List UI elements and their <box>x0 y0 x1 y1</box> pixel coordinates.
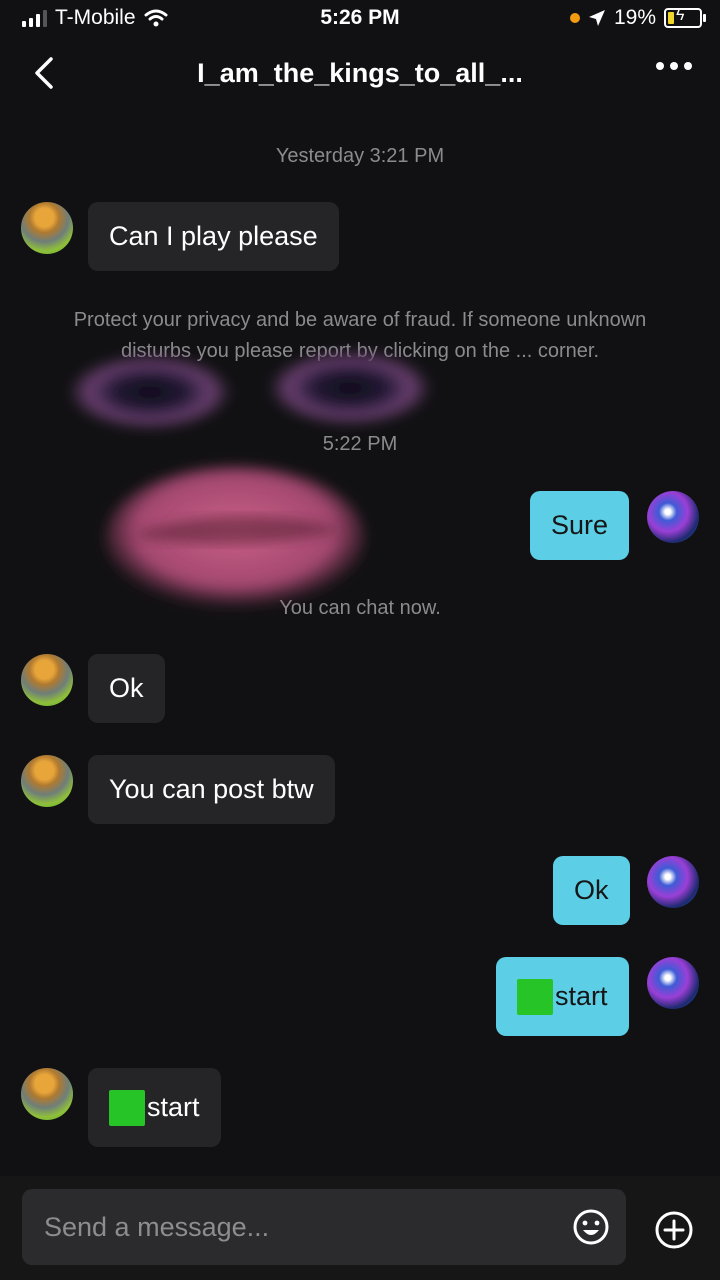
message-input[interactable]: Send a message... <box>22 1189 626 1265</box>
more-options-button[interactable] <box>656 62 692 70</box>
my-avatar[interactable] <box>647 856 699 908</box>
back-button[interactable] <box>24 50 64 96</box>
green-square-icon <box>517 978 553 1015</box>
green-square-icon <box>109 1089 145 1126</box>
timestamp: 5:22 PM <box>322 433 398 455</box>
composer-bar: Send a message... <box>0 1176 720 1280</box>
message-bubble[interactable]: start <box>88 1068 221 1147</box>
chat-header: I_am_the_kings_to_all_... <box>0 40 720 110</box>
message-input-placeholder: Send a message... <box>44 1211 270 1242</box>
status-right: 19% ϟ <box>569 6 706 30</box>
privacy-notice: Protect your privacy and be aware of fra… <box>73 309 647 362</box>
battery-icon: ϟ <box>664 7 706 28</box>
contact-avatar[interactable] <box>21 654 73 706</box>
add-attachment-icon[interactable] <box>654 1210 694 1250</box>
timestamp: Yesterday 3:21 PM <box>275 145 445 167</box>
message-bubble[interactable]: Can I play please <box>88 202 339 271</box>
message-bubble[interactable]: Ok <box>88 654 165 723</box>
emoji-icon[interactable] <box>572 1208 610 1246</box>
message-bubble[interactable]: Sure <box>530 491 630 560</box>
contact-avatar[interactable] <box>21 755 73 807</box>
my-avatar[interactable] <box>647 491 699 543</box>
message-bubble[interactable]: start <box>496 957 629 1036</box>
chat-notice: You can chat now. <box>279 597 441 619</box>
chevron-left-icon <box>35 57 53 89</box>
message-text: start <box>555 981 608 1011</box>
location-arrow-icon <box>588 10 605 26</box>
contact-avatar[interactable] <box>21 1068 73 1120</box>
message-bubble[interactable]: Ok <box>553 856 630 925</box>
status-bar: T-Mobile 5:26 PM 19% ϟ <box>0 0 720 38</box>
face-sticker-overlay <box>68 350 432 610</box>
mic-indicator-icon <box>569 13 580 23</box>
message-text: start <box>147 1092 200 1122</box>
contact-avatar[interactable] <box>21 202 73 254</box>
chat-title[interactable]: I_am_the_kings_to_all_... <box>100 58 620 89</box>
my-avatar[interactable] <box>647 957 699 1009</box>
message-bubble[interactable]: You can post btw <box>88 755 335 824</box>
battery-percent: 19% <box>613 6 656 29</box>
